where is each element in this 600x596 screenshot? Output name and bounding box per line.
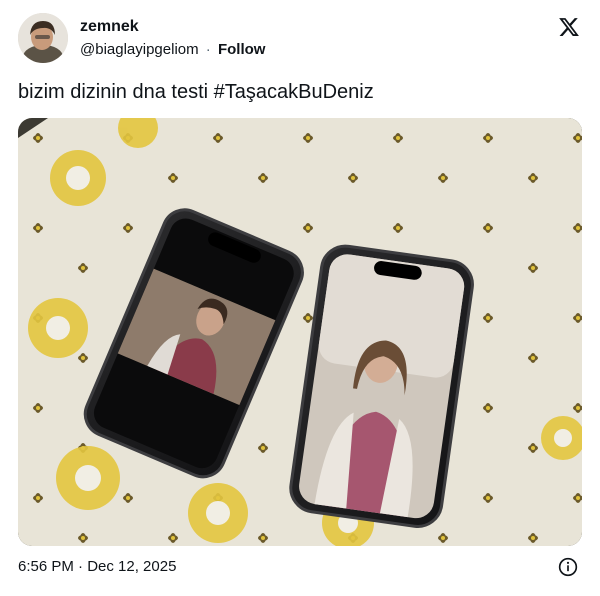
tweet-header: zemnek @biaglayipgeliom · Follow xyxy=(18,13,582,65)
tweet-media-image[interactable] xyxy=(18,118,582,546)
author-handle[interactable]: @biaglayipgeliom xyxy=(80,41,199,58)
follow-button[interactable]: Follow xyxy=(218,41,266,58)
timestamp[interactable]: 6:56 PM · Dec 12, 2025 xyxy=(18,558,176,575)
media-photo xyxy=(18,118,582,546)
tweet-text: bizim dizinin dna testi #TaşacakBuDeniz xyxy=(18,81,374,103)
author-name[interactable]: zemnek xyxy=(80,18,139,36)
handle-row: @biaglayipgeliom · Follow xyxy=(80,41,265,58)
x-logo-icon[interactable] xyxy=(558,16,580,38)
info-icon[interactable] xyxy=(558,557,578,577)
separator: · xyxy=(205,41,211,58)
avatar[interactable] xyxy=(18,13,68,63)
tweet-footer: 6:56 PM · Dec 12, 2025 xyxy=(18,557,582,579)
